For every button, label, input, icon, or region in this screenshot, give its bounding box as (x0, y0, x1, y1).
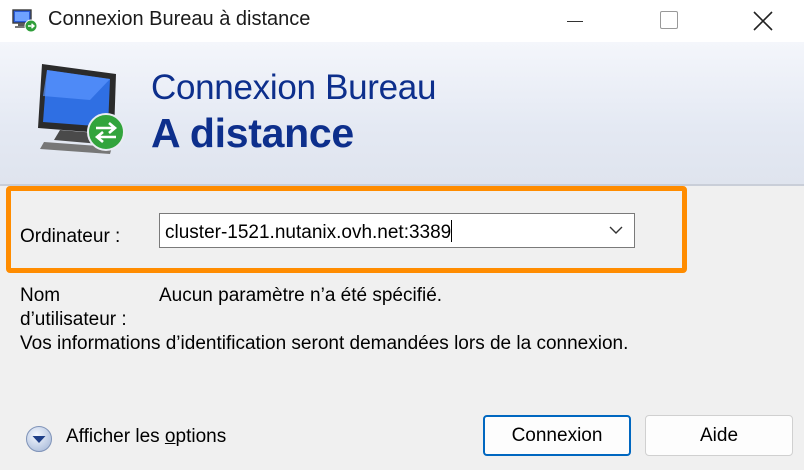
chevron-down-icon[interactable] (608, 224, 624, 236)
maximize-icon (660, 11, 678, 29)
text-caret (451, 220, 453, 242)
credentials-note: Vos informations d’identification seront… (20, 333, 629, 354)
minimize-icon (567, 21, 583, 22)
help-button[interactable]: Aide (645, 415, 793, 456)
maximize-button[interactable] (640, 0, 700, 42)
minimize-button[interactable] (542, 0, 602, 42)
remote-desktop-monitor-icon (38, 64, 125, 154)
close-icon (753, 11, 773, 31)
username-label: Nom d’utilisateur : (20, 285, 127, 330)
expand-options-icon[interactable] (24, 425, 54, 455)
banner-title-line1: Connexion Bureau (151, 68, 437, 107)
username-value: Aucun paramètre n’a été spécifié. (159, 285, 443, 306)
computer-input[interactable]: cluster-1521.nutanix.ovh.net:3389 (165, 220, 453, 244)
connect-button[interactable]: Connexion (483, 415, 631, 456)
computer-label: Ordinateur : (20, 226, 121, 247)
show-options-toggle[interactable]: Afficher les options (24, 423, 264, 453)
computer-combobox[interactable]: cluster-1521.nutanix.ovh.net:3389 (159, 213, 635, 248)
banner-title-line2: A distance (151, 110, 354, 156)
show-options-label[interactable]: Afficher les options (66, 426, 226, 448)
close-button[interactable] (730, 0, 790, 42)
window-title: Connexion Bureau à distance (48, 8, 311, 30)
title-bar: Connexion Bureau à distance (0, 0, 804, 42)
remote-desktop-app-icon (12, 9, 38, 33)
